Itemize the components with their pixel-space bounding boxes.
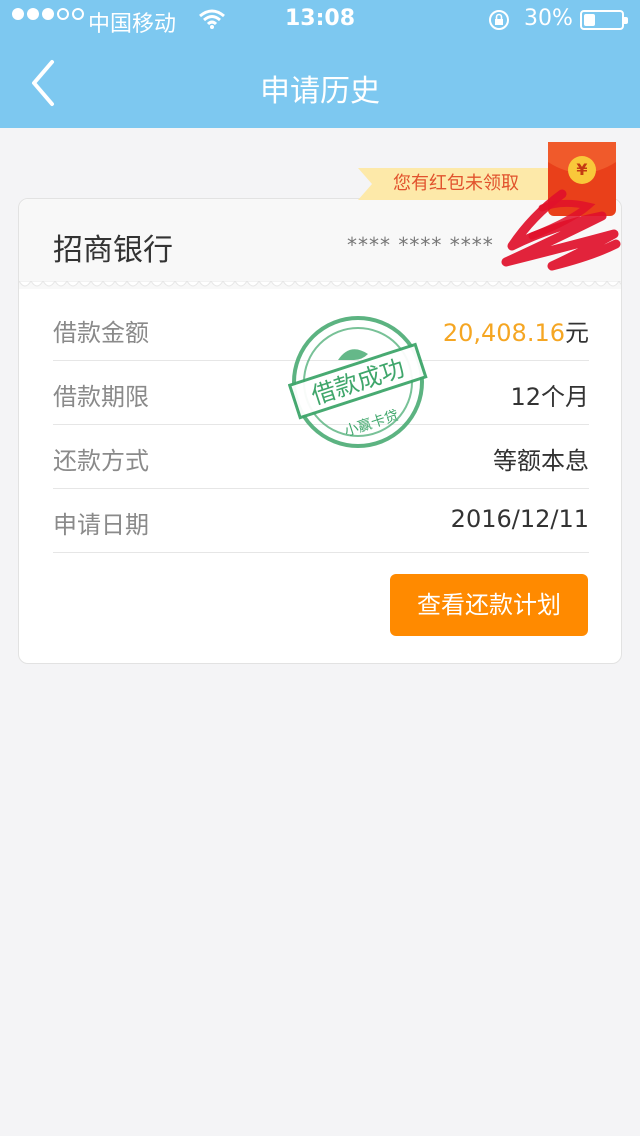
loan-amount-value: 20,408.16元 [443,313,589,348]
loan-amount-label: 借款金额 [53,319,149,347]
rotation-lock-icon [489,10,509,30]
loan-term-value: 12个月 [510,383,589,411]
bank-name: 招商银行 [53,233,173,268]
loan-term-label: 借款期限 [53,383,149,411]
battery-percent: 30% [524,6,573,31]
battery-level [584,14,595,26]
loan-amount-unit: 元 [565,319,589,347]
card-number: **** **** **** [347,233,494,257]
application-date-label: 申请日期 [53,511,149,539]
coin-icon: ¥ [568,156,596,184]
battery-icon [580,10,628,30]
application-date-value: 2016/12/11 [450,505,589,533]
repayment-method-label: 还款方式 [53,447,149,475]
view-repayment-plan-button[interactable]: 查看还款计划 [390,574,588,636]
loan-success-stamp: 借款成功 小赢卡贷 [288,316,428,448]
page-title: 申请历史 [260,74,380,109]
loan-amount-number: 20,408.16 [442,319,565,347]
redaction-scribble [501,189,621,271]
status-bar: 中国移动 13:08 30% [0,0,640,40]
repayment-method-value: 等额本息 [493,447,589,475]
detail-row-date: 申请日期 2016/12/11 [53,489,589,553]
top-bar: 中国移动 13:08 30% 申请历史 [0,0,640,128]
card-header-divider [19,281,621,287]
